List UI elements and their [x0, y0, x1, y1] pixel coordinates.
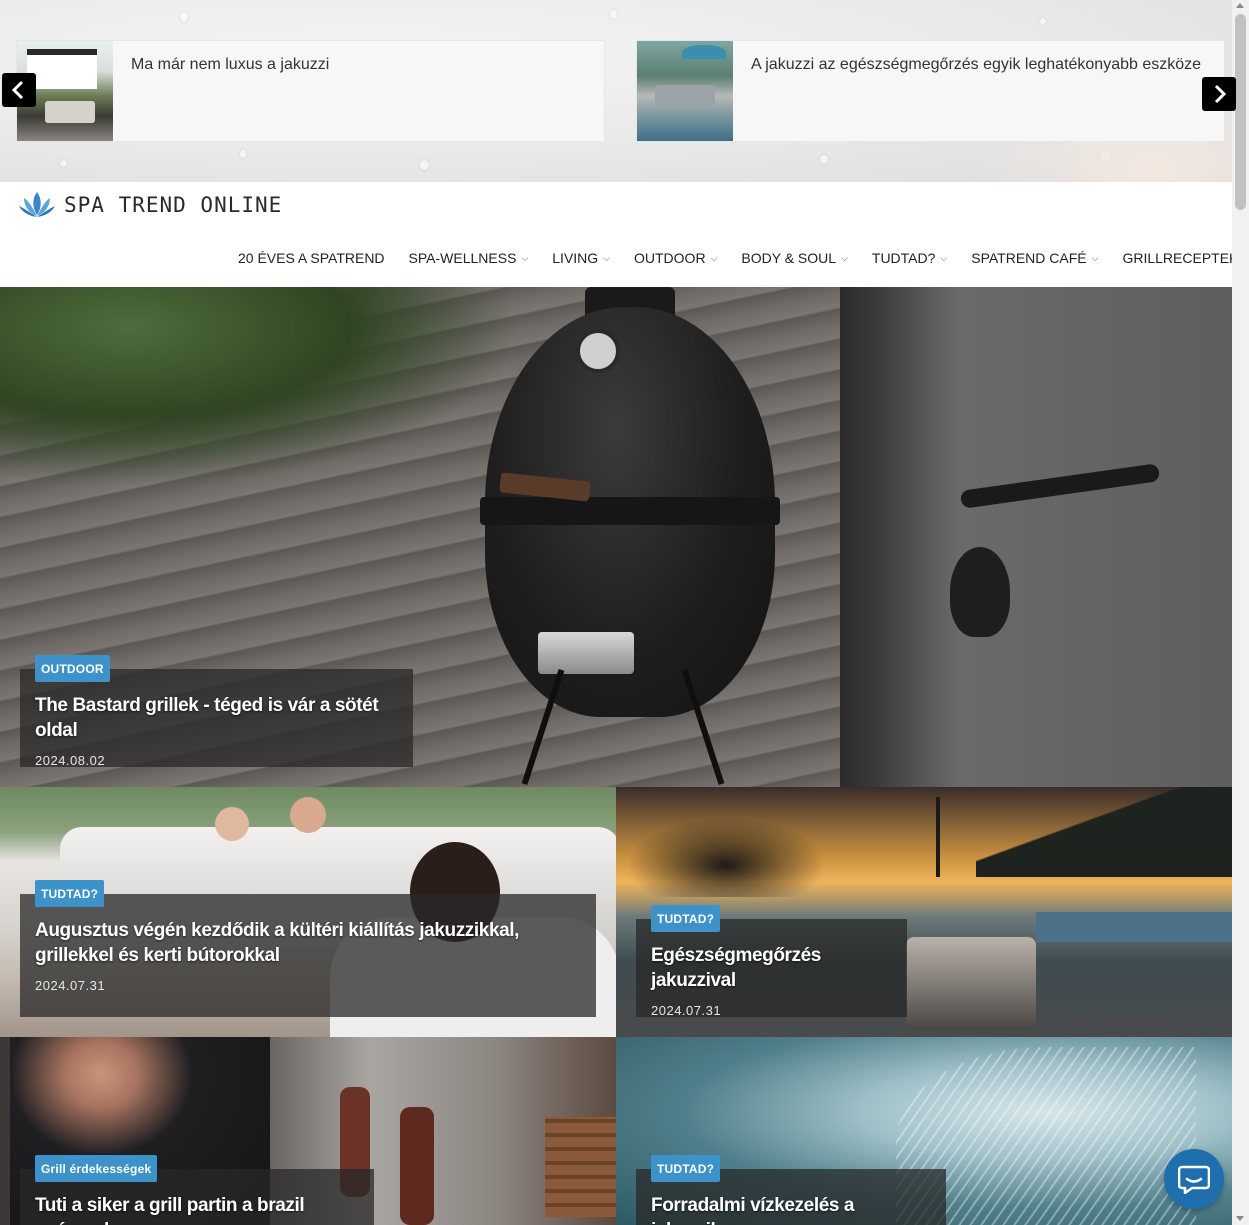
water-drop [1040, 18, 1046, 25]
pool-shape [1036, 912, 1232, 942]
carousel-card-title[interactable]: A jakuzzi az egészségmegőrzés egyik legh… [733, 41, 1219, 141]
grill-band [480, 497, 780, 525]
lotus-icon [19, 192, 55, 217]
main-nav: 20 ÉVES A SPATREND SPA-WELLNESS ⌵ LIVING ⌵… [238, 250, 1249, 266]
article-title[interactable]: Augusztus végén kezdődik a kültéri kiáll… [35, 918, 581, 968]
person-shape [290, 797, 326, 833]
leaves-shape [0, 287, 520, 487]
nav-item-label: BODY & SOUL [741, 250, 837, 266]
carousel-card-title[interactable]: Ma már nem luxus a jakuzzi [113, 41, 347, 141]
scrollbar-thumb[interactable] [1235, 14, 1246, 210]
nav-item-20-eves[interactable]: 20 ÉVES A SPATREND [238, 250, 385, 266]
category-badge[interactable]: TUDTAD? [651, 905, 721, 932]
chevron-down-icon: ⌵ [603, 252, 610, 263]
chevron-down-icon: ⌵ [940, 252, 948, 263]
chevron-right-icon [1214, 84, 1227, 104]
water-drop [820, 155, 828, 164]
scroll-up-arrow-icon[interactable] [1236, 3, 1244, 8]
nav-item-label: LIVING [552, 250, 599, 266]
hot-tub-shape [45, 101, 95, 123]
tree-silhouette [626, 817, 826, 897]
article-title[interactable]: Forradalmi vízkezelés a jakuzziban [651, 1193, 931, 1225]
house-shape [27, 49, 97, 89]
grill-bottom-vent [538, 632, 634, 674]
nav-item-tudtad[interactable]: TUDTAD? ⌵ [872, 250, 947, 266]
skewer-meat-shape [400, 1107, 434, 1225]
water-drop [610, 10, 617, 19]
article-date: 2024.08.02 [35, 753, 106, 768]
category-badge[interactable]: Grill érdekességek [35, 1155, 158, 1182]
carousel-prev-button[interactable] [2, 73, 36, 107]
nav-item-spa-wellness[interactable]: SPA-WELLNESS ⌵ [409, 250, 529, 266]
door-shape [840, 287, 1232, 787]
chevron-down-icon: ⌵ [521, 252, 529, 263]
category-badge[interactable]: TUDTAD? [651, 1155, 721, 1182]
chat-button[interactable] [1164, 1149, 1224, 1209]
nav-item-outdoor[interactable]: OUTDOOR ⌵ [634, 250, 717, 266]
article-date: 2024.07.31 [651, 1003, 722, 1018]
category-badge[interactable]: TUDTAD? [35, 880, 105, 907]
water-drop [420, 160, 429, 170]
hot-tub-shape [906, 937, 1036, 1027]
keyhole-shape [950, 547, 1010, 637]
carousel-thumbnail[interactable] [637, 41, 733, 141]
page-scrollbar[interactable] [1232, 0, 1249, 1225]
umbrella-shape [682, 45, 726, 59]
roof-shape [976, 787, 1232, 877]
nav-item-living[interactable]: LIVING ⌵ [552, 250, 610, 266]
hero-article-caption[interactable]: The Bastard grillek - téged is vár a söt… [20, 669, 413, 768]
firewood-shape [545, 1117, 616, 1217]
water-drop [60, 160, 67, 167]
nav-item-body-soul[interactable]: BODY & SOUL ⌵ [741, 250, 848, 266]
scroll-down-arrow-icon[interactable] [1236, 1216, 1244, 1221]
carousel-next-button[interactable] [1202, 77, 1236, 111]
chevron-left-icon [11, 80, 24, 100]
article-caption[interactable]: Augusztus végén kezdődik a kültéri kiáll… [20, 894, 596, 1017]
nav-item-grillreceptek[interactable]: GRILLRECEPTEK⌵ [1122, 250, 1249, 266]
chevron-down-icon: ⌵ [710, 252, 718, 263]
nav-item-label: GRILLRECEPTEK [1122, 250, 1239, 266]
chevron-down-icon: ⌵ [1091, 252, 1099, 263]
article-date: 2024.07.31 [35, 978, 106, 993]
water-drop [240, 150, 246, 158]
site-logo[interactable]: SPA TREND ONLINE [18, 190, 282, 220]
nav-item-label: TUDTAD? [871, 250, 936, 266]
logo-text: SPA TREND ONLINE [64, 193, 283, 217]
article-title[interactable]: Tuti a siker a grill partin a brazil nyá… [35, 1193, 359, 1225]
chevron-down-icon: ⌵ [841, 252, 848, 263]
carousel-card[interactable]: Ma már nem luxus a jakuzzi [16, 40, 605, 142]
article-title[interactable]: Egészségmegőrzés jakuzzival [651, 943, 892, 993]
nav-item-label: OUTDOOR [634, 250, 706, 266]
water-drop [180, 12, 188, 22]
carousel-card[interactable]: A jakuzzi az egészségmegőrzés egyik legh… [636, 40, 1225, 142]
thermometer-gauge [576, 329, 620, 373]
nav-item-label: 20 ÉVES A SPATREND [238, 250, 385, 266]
palm-tree-silhouette [936, 797, 940, 877]
water-drop [1100, 150, 1110, 161]
hot-tub-shape [655, 85, 715, 107]
chat-bubble-icon [1178, 1165, 1210, 1194]
nav-item-label: SPATREND CAFÉ [971, 250, 1087, 266]
nav-item-spatrend-cafe[interactable]: SPATREND CAFÉ ⌵ [971, 250, 1098, 266]
article-title[interactable]: The Bastard grillek - téged is vár a söt… [35, 693, 398, 743]
category-badge[interactable]: OUTDOOR [35, 655, 110, 682]
nav-item-label: SPA-WELLNESS [408, 250, 517, 266]
article-caption[interactable]: Egészségmegőrzés jakuzzival 2024.07.31 [636, 919, 907, 1018]
person-shape [215, 807, 249, 841]
